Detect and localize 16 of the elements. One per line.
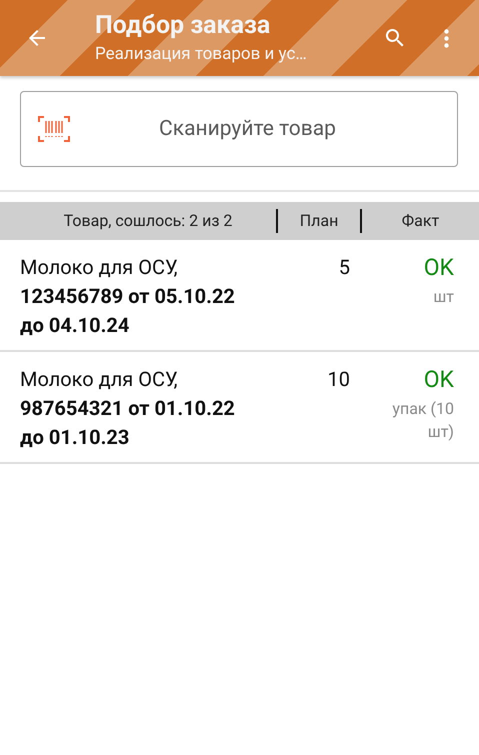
scan-field[interactable]: Сканируйте товар [20,91,458,167]
plan-quantity: 10 [326,366,350,393]
unit-label: упак (10 шт) [391,398,454,443]
plan-quantity: 5 [338,254,350,281]
column-header: Товар, сошлось: 2 из 2 [62,210,234,232]
column-header: Факт [360,209,479,233]
unit-label: шт [432,286,454,308]
fact-status: OK [424,365,454,394]
more-icon [444,28,448,48]
fact-status: OK [424,253,454,282]
column-header: План [276,209,360,233]
screen-subtitle: Реализация товаров и ус… [95,43,308,65]
barcode-icon [38,116,70,142]
product-name: Молоко для ОСУ, 987654321 от 01.10.22 до 01.10.23 [19,366,236,451]
product-name: Молоко для ОСУ, 123456789 от 05.10.22 до 04.10.24 [19,254,236,339]
screen-title: Подбор заказа [95,11,272,41]
